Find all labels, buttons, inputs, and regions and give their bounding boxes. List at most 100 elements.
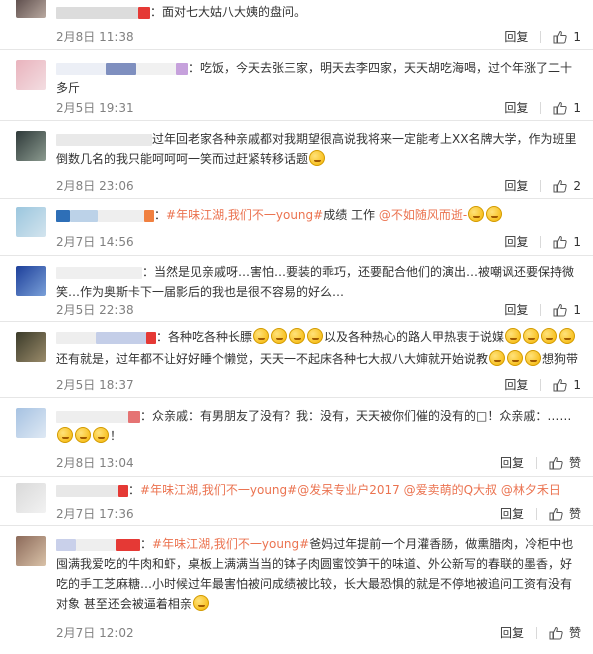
redacted-username[interactable] (76, 538, 116, 551)
comment-text: ！ (110, 429, 123, 443)
comment-item: ：面对七大姑八大姨的盘问。 2月8日 11:38 回复 1 (0, 0, 593, 50)
comment-text: 还有就是，过年都不让好好睡个懒觉，天天一不起床各种七大叔八大婶就开始说教 (56, 352, 489, 366)
mention-link[interactable]: @爱卖萌的Q大叔 (404, 483, 497, 497)
divider (540, 179, 542, 192)
avatar[interactable] (16, 332, 46, 362)
divider (540, 235, 542, 248)
comment-item: ：众亲戚：有男朋友了没有？我：没有，天天被你们催的没有的□！众亲戚：…… ！ 2月… (0, 398, 593, 477)
redacted-username[interactable] (98, 209, 144, 222)
thumbs-up-icon (549, 507, 563, 520)
topic-link[interactable]: #年味江湖,我们不一young# (152, 537, 309, 551)
redacted-username[interactable] (56, 266, 142, 279)
comment-date: 2月8日 11:38 (56, 30, 134, 44)
redacted-username[interactable] (56, 62, 106, 75)
emoji-icon (525, 350, 542, 366)
redacted-username[interactable] (56, 410, 128, 423)
emoji-icon (93, 427, 109, 443)
avatar[interactable] (16, 483, 46, 513)
redacted-username[interactable] (106, 62, 136, 75)
topic-link[interactable]: #年味江湖,我们不一young# (140, 483, 297, 497)
divider (540, 378, 542, 391)
thumbs-up-icon (549, 626, 563, 639)
emoji-icon (192, 595, 209, 611)
comment-footer: 2月5日 22:38 回复 1 (56, 301, 581, 319)
emoji-icon (271, 328, 288, 344)
divider (540, 101, 542, 114)
redacted-username[interactable] (146, 331, 156, 344)
thumbs-up-icon (553, 30, 568, 43)
redacted-username[interactable] (118, 484, 128, 497)
emoji-icon (559, 328, 576, 344)
redacted-username[interactable] (176, 62, 188, 75)
comment-date: 2月5日 22:38 (56, 303, 134, 317)
mention-link[interactable]: @林夕禾日 (501, 483, 561, 497)
comment-item: ：#年味江湖,我们不一young#@发呆专业户2017 @爱卖萌的Q大叔 @林夕… (0, 477, 593, 526)
topic-link[interactable]: #年味江湖,我们不一young# (166, 208, 323, 222)
comment-item: ：#年味江湖,我们不一young#成绩 工作 @不如随风而逝- 2月7日 14:… (0, 199, 593, 256)
reply-button[interactable]: 回复 (504, 301, 528, 318)
comment-text: ：各种吃各种长膘 (156, 330, 253, 344)
thumbs-up-icon (553, 235, 568, 248)
redacted-username[interactable] (56, 133, 152, 146)
redacted-username[interactable] (96, 331, 146, 344)
avatar[interactable] (16, 131, 46, 161)
avatar[interactable] (16, 408, 46, 438)
emoji-icon (489, 350, 506, 366)
redacted-username[interactable] (56, 538, 76, 551)
comment-date: 2月5日 19:31 (56, 101, 134, 115)
redacted-username[interactable] (128, 410, 140, 423)
emoji-icon (505, 328, 522, 344)
comment-footer: 2月7日 14:56 回复 1 (56, 233, 581, 251)
emoji-icon (253, 328, 270, 344)
redacted-username[interactable] (56, 209, 70, 222)
mention-link[interactable]: @不如随风而逝- (379, 208, 467, 222)
comment-body: 过年回老家各种亲戚都对我期望很高说我将来一定能考上XX名牌大学，作为班里倒数几名… (56, 129, 581, 169)
like-button[interactable]: 2 (553, 179, 581, 193)
avatar[interactable] (16, 266, 46, 296)
like-count: 1 (573, 302, 581, 317)
reply-button[interactable]: 回复 (500, 505, 524, 522)
comment-footer: 2月8日 23:06 回复 2 (56, 177, 581, 195)
comment-footer: 2月7日 12:02 回复 赞 (56, 624, 581, 642)
thumbs-up-icon (553, 378, 568, 391)
reply-button[interactable]: 回复 (500, 624, 524, 641)
redacted-username[interactable] (70, 209, 98, 222)
reply-button[interactable]: 回复 (504, 233, 528, 250)
redacted-username[interactable] (138, 6, 150, 19)
mention-link[interactable]: @发呆专业户2017 (297, 483, 400, 497)
reply-button[interactable]: 回复 (504, 177, 528, 194)
avatar[interactable] (16, 536, 46, 566)
reply-button[interactable]: 回复 (504, 376, 528, 393)
comment-footer: 2月5日 19:31 回复 1 (56, 99, 581, 117)
emoji-icon (541, 328, 558, 344)
avatar[interactable] (16, 60, 46, 90)
comment-text: ：众亲戚：有男朋友了没有？我：没有，天天被你们催的没有的□！众亲戚：…… (140, 409, 572, 423)
avatar[interactable] (16, 0, 46, 18)
redacted-username[interactable] (56, 484, 118, 497)
redacted-username[interactable] (56, 6, 138, 19)
like-count: 2 (573, 178, 581, 193)
redacted-username[interactable] (56, 331, 96, 344)
reply-button[interactable]: 回复 (504, 28, 528, 45)
reply-button[interactable]: 回复 (500, 454, 524, 471)
redacted-username[interactable] (144, 209, 154, 222)
like-button[interactable]: 1 (553, 378, 581, 392)
thumbs-up-icon (549, 456, 563, 469)
like-button[interactable]: 赞 (549, 624, 581, 641)
comment-body: ：各种吃各种长膘 以及各种热心的路人甲热衷于说媒还有就是，过年都不让好好睡个懒觉，… (56, 326, 581, 370)
comment-body: ：#年味江湖,我们不一young#爸妈过年提前一个月灌香肠，做熏腊肉，冷柜中也囤… (56, 537, 574, 611)
like-button[interactable]: 1 (553, 303, 581, 317)
like-button[interactable]: 赞 (549, 505, 581, 522)
avatar[interactable] (16, 207, 46, 237)
like-button[interactable]: 1 (553, 30, 581, 44)
like-button[interactable]: 1 (553, 235, 581, 249)
comment-text: 以及各种热心的路人甲热衷于说媒 (324, 330, 505, 344)
reply-button[interactable]: 回复 (504, 99, 528, 116)
like-count: 赞 (568, 507, 581, 521)
redacted-username[interactable] (116, 538, 140, 551)
like-button[interactable]: 赞 (549, 454, 581, 471)
redacted-username[interactable] (136, 62, 176, 75)
like-button[interactable]: 1 (553, 101, 581, 115)
divider (540, 30, 542, 43)
like-count: 1 (573, 234, 581, 249)
